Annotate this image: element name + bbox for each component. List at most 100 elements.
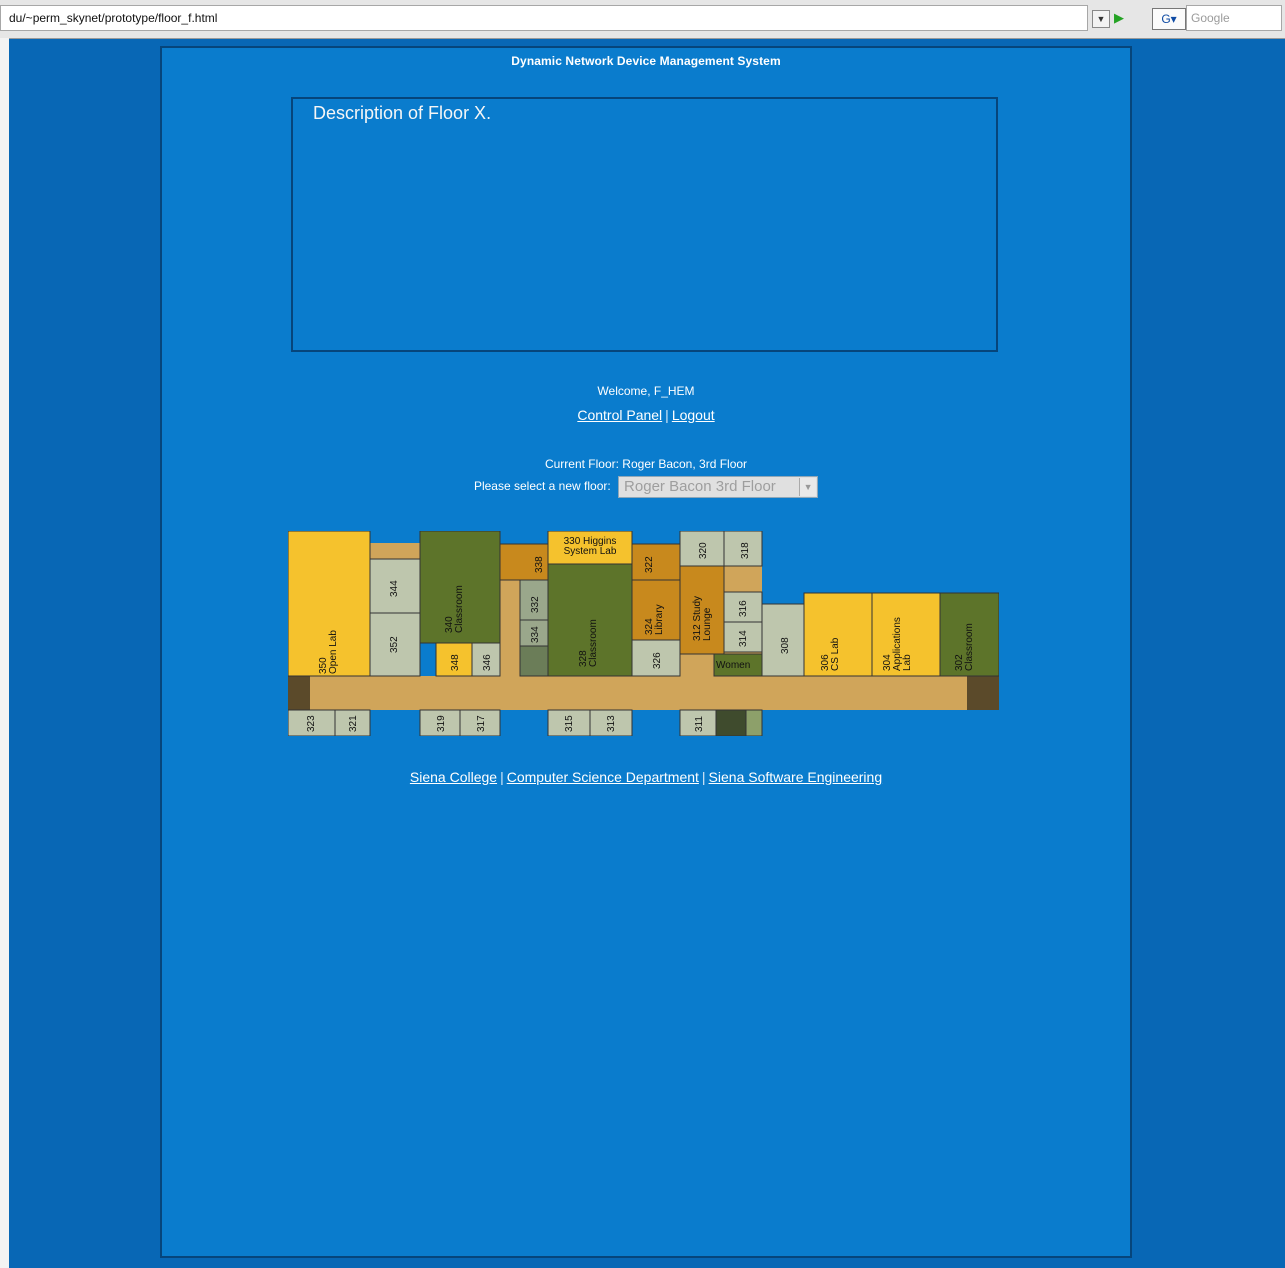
logout-link[interactable]: Logout <box>672 407 715 423</box>
room-315[interactable]: 315 <box>547 709 591 736</box>
room-label-line: Open Lab <box>328 630 339 674</box>
room-label-line: Lounge <box>702 607 713 641</box>
room-346[interactable]: 346 <box>471 642 501 677</box>
room-316[interactable]: 316 <box>723 591 763 623</box>
floor-select-prompt: Please select a new floor: <box>473 479 611 494</box>
room-314[interactable]: 314 <box>723 621 763 653</box>
room-348[interactable]: 348 <box>435 642 473 677</box>
room-319[interactable]: 319 <box>419 709 461 736</box>
siena-se-link[interactable]: Siena Software Engineering <box>709 769 883 785</box>
room-306[interactable]: 306CS Lab <box>803 592 873 677</box>
room-334[interactable]: 334 <box>519 619 549 647</box>
room-324[interactable]: 324Library <box>631 579 681 641</box>
floor-description-box: Description of Floor X. <box>291 97 998 352</box>
room-label-line: System Lab <box>564 546 617 557</box>
corridor-end-left <box>288 676 310 710</box>
room-women-label: Women <box>716 660 750 671</box>
cs-department-link[interactable]: Computer Science Department <box>507 769 699 785</box>
room-304[interactable]: 304ApplicationsLab <box>871 592 941 677</box>
room-label-line: Classroom <box>964 623 975 671</box>
floor-description: Description of Floor X. <box>313 103 492 123</box>
address-bar[interactable]: du/~perm_skynet/prototype/floor_f.html <box>0 5 1088 31</box>
room-340[interactable]: 340Classroom <box>419 531 501 644</box>
stairwell-right <box>715 709 747 736</box>
room-311-label: 311 <box>694 716 705 732</box>
room-318[interactable]: 318 <box>723 531 763 567</box>
room-label-line: 316 <box>738 600 749 617</box>
search-input[interactable]: Google <box>1186 5 1282 31</box>
room-308[interactable]: 308 <box>761 603 805 677</box>
room-313[interactable]: 313 <box>589 709 633 736</box>
current-floor-label: Current Floor: Roger Bacon, 3rd Floor <box>544 457 748 471</box>
floor-map[interactable]: 350Open Lab 344 352 340Classroom 348 346… <box>288 531 999 736</box>
room-312[interactable]: 312 StudyLounge <box>679 565 725 655</box>
room-330-label: 330 Higgins System Lab <box>564 536 617 557</box>
stairwell-center <box>519 645 549 677</box>
room-317-label: 317 <box>476 715 487 732</box>
room-338[interactable]: 338 <box>499 543 549 581</box>
window-left-border <box>0 38 9 1268</box>
room-350[interactable]: 350Open Lab <box>288 531 371 677</box>
room-332-label: 332 <box>530 596 541 613</box>
room-317[interactable]: 317 <box>459 709 501 736</box>
room-323[interactable]: 323 <box>288 709 336 736</box>
room-352[interactable]: 352 <box>369 612 421 677</box>
room-label-line: Classroom <box>588 619 599 667</box>
room-315-label: 315 <box>564 715 575 732</box>
corridor-end-right <box>967 676 999 710</box>
room-326[interactable]: 326 <box>631 639 681 677</box>
go-icon[interactable]: ▶ <box>1114 10 1132 26</box>
room-label-line: 344 <box>389 580 400 597</box>
room-label-line: 315 <box>564 715 575 732</box>
link-separator: | <box>665 407 669 423</box>
room-338-label: 338 <box>534 556 545 573</box>
address-dropdown-icon[interactable]: ▼ <box>1092 10 1110 28</box>
room-313-label: 313 <box>606 715 617 732</box>
room-label-line: Lab <box>902 654 913 671</box>
room-label-line: 332 <box>530 596 541 613</box>
elevator <box>745 709 763 736</box>
room-women[interactable]: Women <box>713 653 763 677</box>
room-320-label: 320 <box>698 542 709 559</box>
room-label-line: 346 <box>482 654 493 671</box>
room-334-label: 334 <box>530 626 541 643</box>
room-332[interactable]: 332 <box>519 579 549 621</box>
room-322[interactable]: 322 <box>631 543 681 581</box>
room-302[interactable]: 302Classroom <box>939 592 999 677</box>
floor-select-row: Please select a new floor: Roger Bacon 3… <box>162 476 1130 498</box>
room-330[interactable]: 330 Higgins System Lab <box>547 531 633 565</box>
room-322-label: 322 <box>644 556 655 573</box>
room-321-label: 321 <box>348 715 359 732</box>
main-panel: Dynamic Network Device Management System… <box>160 46 1132 1258</box>
room-328[interactable]: 328Classroom <box>547 563 633 677</box>
browser-toolbar: du/~perm_skynet/prototype/floor_f.html ▼… <box>0 0 1285 39</box>
room-311[interactable]: 311 <box>679 709 717 736</box>
room-348-label: 348 <box>450 654 461 671</box>
room-label-line: 321 <box>348 715 359 732</box>
room-label-line: 326 <box>652 652 663 669</box>
room-label-line: 348 <box>450 654 461 671</box>
room-326-label: 326 <box>652 652 663 669</box>
room-label-line: Library <box>654 604 665 635</box>
siena-college-link[interactable]: Siena College <box>410 769 497 785</box>
control-panel-link[interactable]: Control Panel <box>577 407 662 423</box>
room-320[interactable]: 320 <box>679 531 725 567</box>
room-label-line: 314 <box>738 630 749 647</box>
footer-separator-2: | <box>701 769 706 785</box>
room-321[interactable]: 321 <box>334 709 371 736</box>
room-308-label: 308 <box>780 637 791 654</box>
room-label-line: 338 <box>534 556 545 573</box>
floor-select[interactable]: Roger Bacon 3rd Floor ▼ <box>618 476 819 498</box>
system-title: Dynamic Network Device Management System <box>511 54 781 68</box>
chevron-down-icon[interactable]: ▼ <box>799 478 817 496</box>
room-344-label: 344 <box>389 580 400 597</box>
room-label-line: 313 <box>606 715 617 732</box>
room-316-label: 316 <box>738 600 749 617</box>
main-corridor <box>288 676 999 710</box>
search-engine-selector[interactable]: G▾ <box>1152 8 1186 30</box>
floor-select-value: Roger Bacon 3rd Floor <box>624 478 776 495</box>
room-label-line: 322 <box>644 556 655 573</box>
room-label-line: 323 <box>306 715 317 732</box>
upper-hall-left <box>370 543 420 559</box>
room-344[interactable]: 344 <box>369 558 421 614</box>
